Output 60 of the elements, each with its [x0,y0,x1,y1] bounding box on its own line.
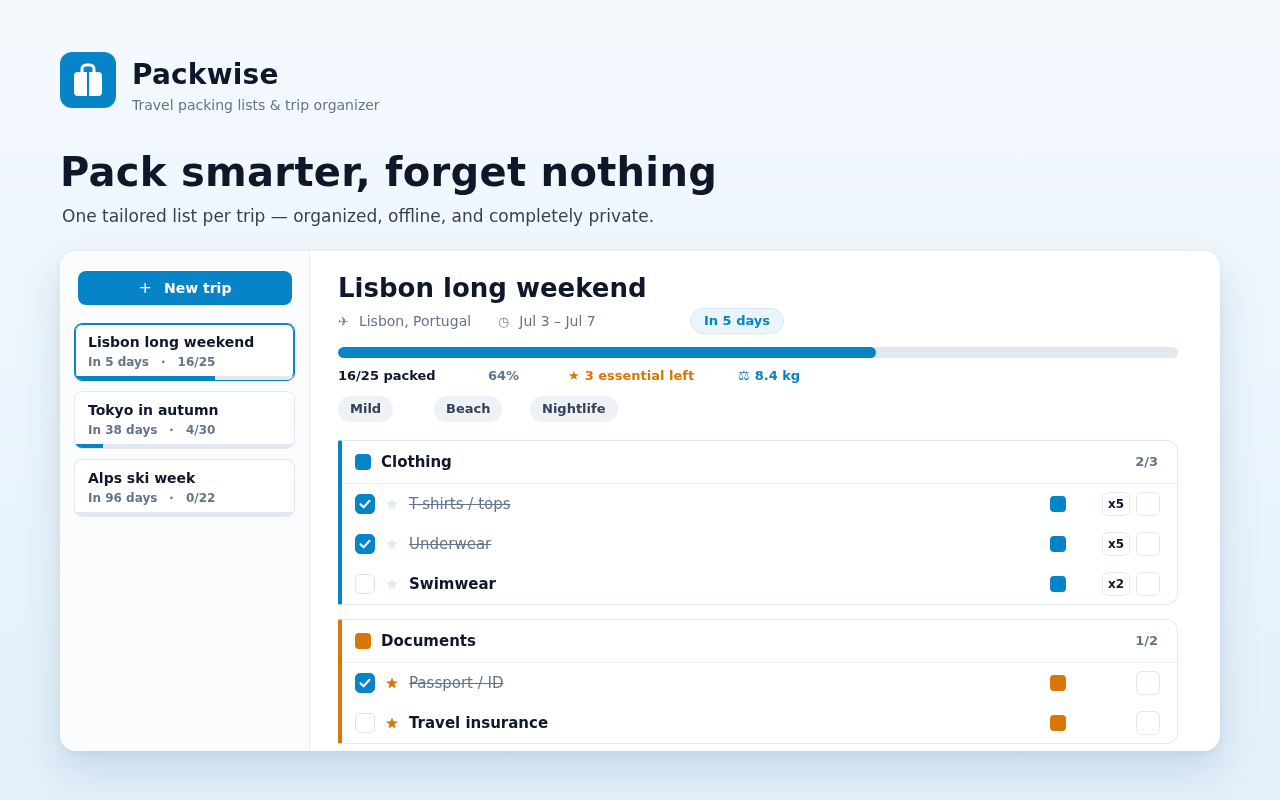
empty-action-button[interactable] [1136,532,1160,556]
category-name: Documents [381,630,476,652]
trip-title: Lisbon long weekend [338,272,647,304]
trip-packed-count: 16/25 [177,354,216,370]
star-icon: ★ [568,367,580,385]
trip-name: Tokyo in autumn [88,401,219,420]
item-checkbox[interactable] [355,494,375,514]
category-count: 1/2 [1135,632,1158,651]
separator-dot: · [169,490,174,506]
trip-countdown: In 38 days [88,422,158,438]
checkmark-icon [359,499,371,509]
hero-subtitle: One tailored list per trip — organized, offline, and completely private. [62,205,655,228]
trip-packed-count: 4/30 [185,422,216,438]
essential-left: 3 essential left [584,367,695,385]
trip-dates: Jul 3 – Jul 7 [519,311,596,331]
plane-icon: ✈ [338,314,349,328]
tag-chip[interactable]: Mild [338,396,394,422]
countdown-badge: In 5 days [690,308,785,334]
new-trip-button[interactable]: + New trip [78,271,292,305]
clock-icon: ◷ [498,314,510,328]
empty-action-button[interactable] [1136,711,1160,735]
category-name: Clothing [381,451,452,473]
plus-icon: + [138,280,152,296]
quantity-tag[interactable]: x2 [1102,572,1130,596]
tag-chip[interactable]: Nightlife [530,396,618,422]
item-name: Underwear [409,533,492,555]
packed-percent: 64% [488,367,520,385]
scale-icon: ⚖ [738,367,750,385]
quantity-tag[interactable]: x5 [1102,492,1130,516]
checkmark-icon [359,539,371,549]
empty-action-button[interactable] [1136,492,1160,516]
app-title: Packwise [132,58,279,92]
trip-card[interactable]: Lisbon long weekend In 5 days · 16/25 [74,323,295,381]
trip-countdown: In 96 days [88,490,158,506]
item-checkbox[interactable] [355,673,375,693]
trip-packed-count: 0/22 [185,490,216,506]
checkmark-icon [359,678,371,688]
item-name: Swimwear [409,573,496,595]
total-weight: 8.4 kg [754,367,801,385]
trip-name: Alps ski week [88,469,196,488]
category-count: 2/3 [1135,453,1158,472]
trip-name: Lisbon long weekend [88,333,255,352]
item-name: Travel insurance [409,712,549,734]
hero-title: Pack smarter, forget nothing [60,148,718,196]
item-name: T-shirts / tops [409,493,511,515]
trip-countdown: In 5 days [88,354,149,370]
suitcase-icon [60,52,116,108]
empty-action-button[interactable] [1136,572,1160,596]
item-name: Passport / ID [409,672,504,694]
app-tagline: Travel packing lists & trip organizer [132,96,380,115]
empty-action-button[interactable] [1136,671,1160,695]
trip-card[interactable]: Alps ski week In 96 days · 0/22 [74,459,295,517]
tag-chip[interactable]: Beach [434,396,503,422]
trip-location: Lisbon, Portugal [358,311,472,331]
item-checkbox[interactable] [355,534,375,554]
packed-count: 16/25 packed [338,367,436,385]
separator-dot: · [161,354,166,370]
trip-card[interactable]: Tokyo in autumn In 38 days · 4/30 [74,391,295,449]
quantity-tag[interactable]: x5 [1102,532,1130,556]
separator-dot: · [169,422,174,438]
